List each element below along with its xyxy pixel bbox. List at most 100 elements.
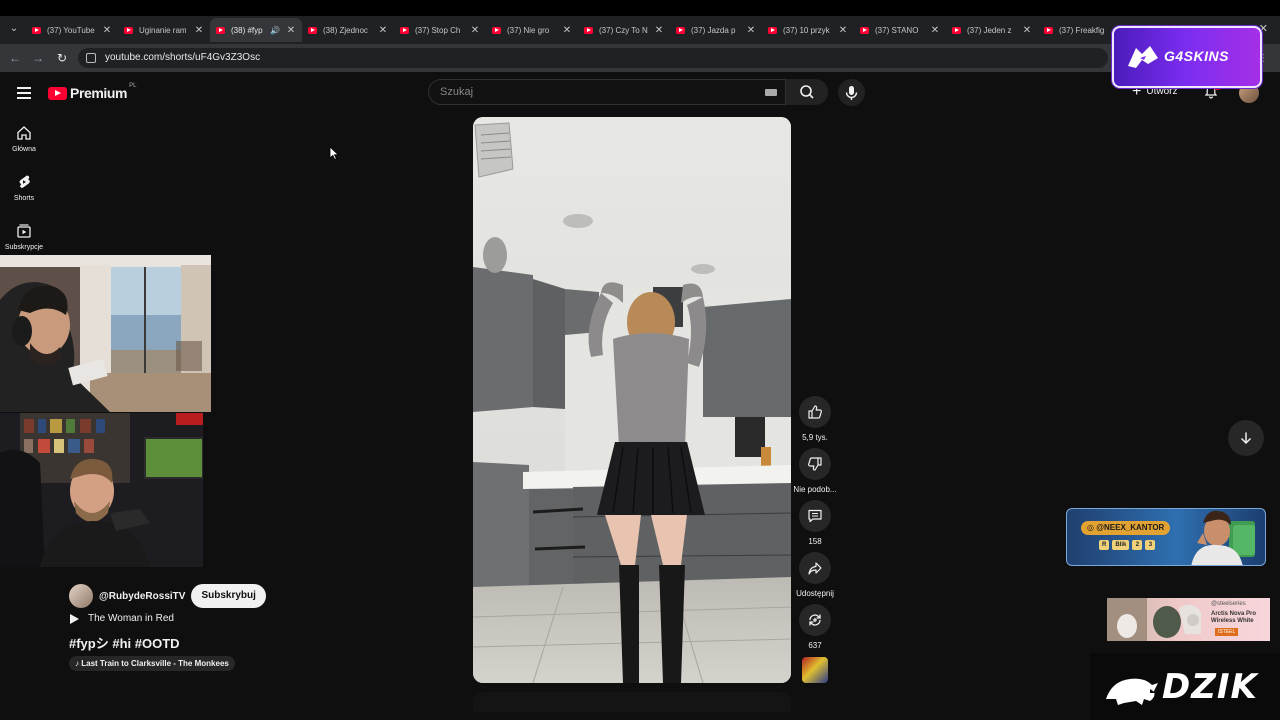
instagram-icon: ◎ xyxy=(1087,523,1097,532)
sidebar-item-label: Shorts xyxy=(13,195,35,202)
voice-search-button[interactable] xyxy=(838,79,865,106)
youtube-play-logo-icon xyxy=(48,86,67,100)
payment-chip: R xyxy=(1099,540,1110,550)
close-tab-icon[interactable]: ✕ xyxy=(654,25,664,36)
kantor-mascot-illustration xyxy=(1191,510,1255,565)
streamer-webcam-top xyxy=(0,255,211,412)
comment-icon xyxy=(808,509,822,523)
browser-tab[interactable]: (37) 10 przyk ✕ xyxy=(762,18,854,42)
sponsor-text: G4SKINS xyxy=(1164,48,1229,64)
webcam-scene-room xyxy=(0,255,211,412)
search-input[interactable]: Szukaj xyxy=(428,79,786,105)
subscribe-button[interactable]: Subskrybuj xyxy=(191,584,266,608)
subscriptions-icon xyxy=(17,224,31,238)
remix-button[interactable] xyxy=(799,604,831,636)
browser-tab[interactable]: (37) Jazda p ✕ xyxy=(670,18,762,42)
music-chip[interactable]: ♪ Last Train to Clarksville - The Monkee… xyxy=(69,656,235,671)
dislike-button[interactable] xyxy=(799,448,831,480)
microphone-icon xyxy=(845,86,858,100)
kantor-handle: ◎ @NEEX_KANTOR xyxy=(1081,521,1171,535)
site-info-icon[interactable] xyxy=(86,53,96,63)
share-arrow-icon xyxy=(808,562,822,575)
payment-chip: 3 xyxy=(1145,540,1156,550)
mouse-cursor-icon xyxy=(329,146,339,160)
tab-audio-icon[interactable]: 🔊 xyxy=(270,26,280,35)
youtube-favicon-icon xyxy=(308,26,317,34)
sound-title-row[interactable]: The Woman in Red xyxy=(70,613,174,624)
tab-search-chevron-icon[interactable]: ⌄ xyxy=(6,21,22,37)
youtube-favicon-icon xyxy=(32,26,41,34)
forward-arrow-icon[interactable]: → xyxy=(31,51,45,65)
share-label: Udostępnij xyxy=(796,589,834,598)
browser-tab[interactable]: (37) Nie gro ✕ xyxy=(486,18,578,42)
next-short-preview xyxy=(473,692,791,712)
like-button[interactable] xyxy=(799,396,831,428)
sound-thumbnail[interactable] xyxy=(802,657,828,683)
address-bar-row: ← → ↻ youtube.com/shorts/uF4Gv3Z3Osc ⋮ xyxy=(0,44,1280,72)
close-tab-icon[interactable]: ✕ xyxy=(194,25,204,36)
menu-hamburger-icon[interactable] xyxy=(17,87,31,99)
sidebar-item-subscriptions[interactable]: Subskrypcje xyxy=(0,223,48,251)
search-button[interactable] xyxy=(786,79,828,105)
close-tab-icon[interactable]: ✕ xyxy=(470,25,480,36)
next-short-button[interactable] xyxy=(1228,420,1264,456)
close-tab-icon[interactable]: ✕ xyxy=(930,25,940,36)
close-tab-icon[interactable]: ✕ xyxy=(562,25,572,36)
search-icon xyxy=(800,85,814,99)
like-action[interactable]: 5,9 tys. xyxy=(798,396,832,442)
browser-tab[interactable]: Uginanie ram ✕ xyxy=(118,18,210,42)
remix-count: 637 xyxy=(808,641,822,650)
channel-avatar[interactable] xyxy=(69,584,93,608)
comments-button[interactable] xyxy=(799,500,831,532)
sidebar-item-shorts[interactable]: Shorts xyxy=(0,174,48,202)
steelseries-brand: @steelseries xyxy=(1211,601,1246,607)
video-frame-kitchen xyxy=(473,117,791,683)
dislike-action[interactable]: Nie podob... xyxy=(793,448,837,494)
share-action[interactable]: Udostępnij xyxy=(796,552,834,598)
sidebar-item-home[interactable]: Główna xyxy=(0,125,48,153)
comments-action[interactable]: 158 xyxy=(798,500,832,546)
close-tab-icon[interactable]: ✕ xyxy=(746,25,756,36)
sound-title: The Woman in Red xyxy=(88,613,174,624)
short-video-player[interactable] xyxy=(473,117,791,683)
back-arrow-icon[interactable]: ← xyxy=(8,51,22,65)
remix-action[interactable]: 637 xyxy=(798,604,832,650)
sidebar-item-label: Subskrypcje xyxy=(4,244,44,251)
close-tab-icon[interactable]: ✕ xyxy=(102,25,112,36)
dzik-watermark: DZIK xyxy=(1090,653,1280,720)
close-tab-icon[interactable]: ✕ xyxy=(378,25,388,36)
reload-icon[interactable]: ↻ xyxy=(55,51,69,65)
payment-chip: 2 xyxy=(1132,540,1143,550)
search-placeholder: Szukaj xyxy=(440,86,474,98)
youtube-premium-logo[interactable]: Premium PL xyxy=(48,83,136,101)
steelseries-code: ISTEEL xyxy=(1215,628,1239,636)
logo-text: Premium xyxy=(70,85,128,101)
kantor-sponsor-banner: ◎ @NEEX_KANTOR R Blik 2 3 xyxy=(1066,508,1266,566)
close-tab-icon[interactable]: ✕ xyxy=(838,25,848,36)
headset-product-image xyxy=(1107,598,1201,641)
browser-tab[interactable]: (37) STANO ✕ xyxy=(854,18,946,42)
channel-row: @RubydeRossiTV Subskrybuj xyxy=(69,584,266,608)
youtube-header: Premium PL Szukaj + Utwórz xyxy=(0,72,1280,112)
wolf-logo-icon xyxy=(1128,46,1158,68)
browser-tab[interactable]: (37) Stop Ch ✕ xyxy=(394,18,486,42)
browser-tab[interactable]: (37) Jeden z ✕ xyxy=(946,18,1038,42)
url-field[interactable]: youtube.com/shorts/uF4Gv3Z3Osc xyxy=(78,48,1108,68)
share-button[interactable] xyxy=(799,552,831,584)
dzik-text: DZIK xyxy=(1162,667,1258,707)
channel-name[interactable]: @RubydeRossiTV xyxy=(99,591,185,602)
short-title-hashtags[interactable]: #fypシ #hi #OOTD xyxy=(69,633,180,652)
sidebar-item-label: Główna xyxy=(12,146,36,153)
close-tab-icon[interactable]: ✕ xyxy=(286,25,296,36)
browser-tab[interactable]: (37) Czy To N ✕ xyxy=(578,18,670,42)
browser-tab-active[interactable]: (38) #fyp 🔊 ✕ xyxy=(210,18,302,42)
close-tab-icon[interactable]: ✕ xyxy=(1022,25,1032,36)
keyboard-icon[interactable] xyxy=(765,89,777,96)
browser-tab[interactable]: (38) Zjednoc ✕ xyxy=(302,18,394,42)
home-icon xyxy=(17,126,31,140)
browser-tab[interactable]: (37) YouTube ✕ xyxy=(26,18,118,42)
thumbs-up-icon xyxy=(808,405,822,419)
youtube-favicon-icon xyxy=(768,26,777,34)
tab-strip: (37) YouTube ✕ Uginanie ram ✕ (38) #fyp 🔊 ✕ … xyxy=(26,18,1130,42)
url-text: youtube.com/shorts/uF4Gv3Z3Osc xyxy=(105,52,261,63)
